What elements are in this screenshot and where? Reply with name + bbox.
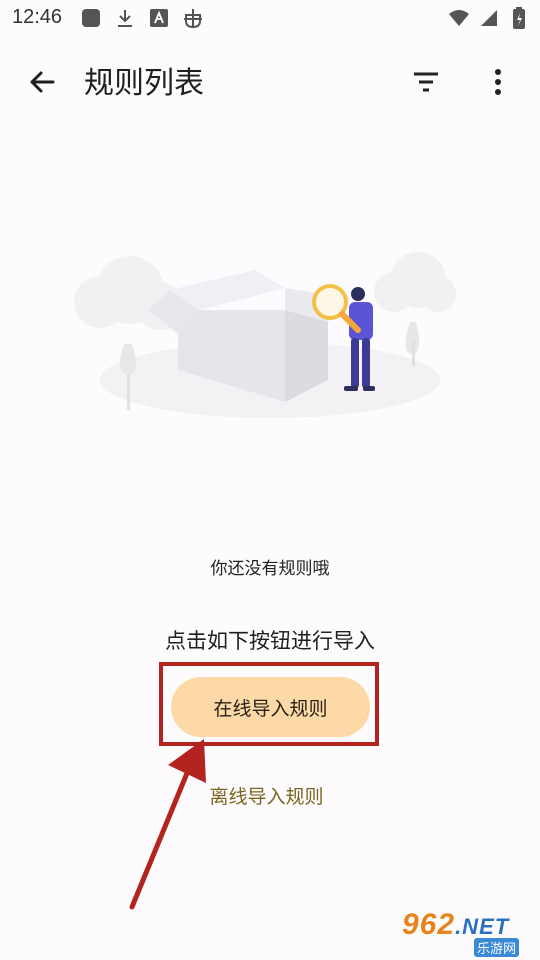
app-toolbar: 规则列表 <box>0 48 540 120</box>
status-bar: 12:46 <box>0 0 540 36</box>
signal-icon <box>478 7 500 29</box>
wifi-icon <box>448 7 470 29</box>
back-button[interactable] <box>22 64 62 104</box>
empty-state-illustration <box>60 230 460 430</box>
arrow-left-icon <box>28 68 56 100</box>
bug-icon <box>182 7 204 29</box>
status-icons-right <box>448 6 530 30</box>
filter-button[interactable] <box>406 64 446 104</box>
more-options-button[interactable] <box>478 64 518 104</box>
status-time: 12:46 <box>12 6 63 28</box>
square-app-icon <box>80 7 102 29</box>
offline-import-label: 离线导入规则 <box>209 786 324 808</box>
font-a-icon <box>148 7 170 29</box>
more-vertical-icon <box>494 68 502 100</box>
battery-icon <box>508 7 530 29</box>
filter-icon <box>412 71 440 97</box>
online-import-button[interactable]: 在线导入规则 <box>171 677 370 737</box>
watermark-main: 962.NET <box>402 908 510 941</box>
watermark-sub: 乐游网 <box>474 938 520 957</box>
page-title: 规则列表 <box>84 66 204 101</box>
status-icons-left <box>80 6 204 30</box>
empty-message: 你还没有规则哦 <box>210 559 330 579</box>
annotation-arrow-icon <box>120 735 220 915</box>
offline-import-link[interactable]: 离线导入规则 <box>0 782 540 809</box>
download-icon <box>114 7 136 29</box>
watermark-logo: 962.NET 乐游网 <box>398 908 534 957</box>
import-hint: 点击如下按钮进行导入 <box>165 629 375 653</box>
